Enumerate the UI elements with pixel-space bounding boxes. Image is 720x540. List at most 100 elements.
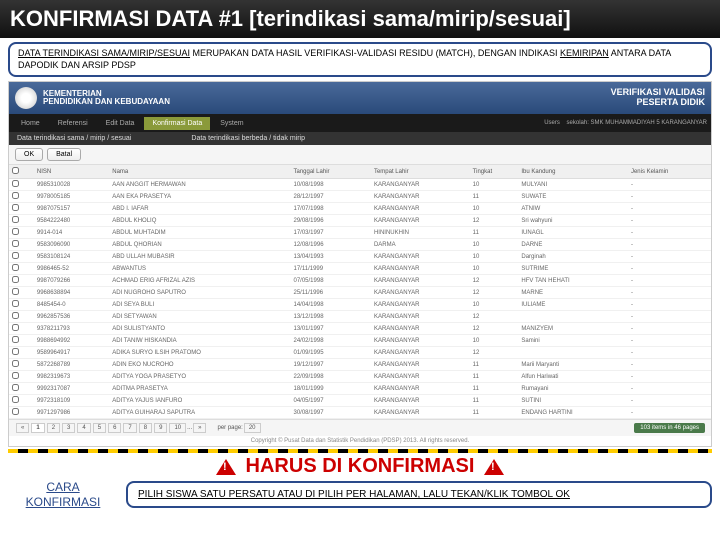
cell: 11 — [470, 227, 519, 239]
table-row[interactable]: 9986465-52ABWANTUS17/11/1999KARANGANYAR1… — [9, 263, 711, 275]
cell: 10 — [470, 251, 519, 263]
table-row[interactable]: 9982319673ADITYA YOGA PRASETYO22/09/1998… — [9, 371, 711, 383]
table-row[interactable]: 9971297986ADITYA GUIHARAJ SAPUTRA30/08/1… — [9, 407, 711, 419]
page-number[interactable]: 5 — [93, 423, 106, 433]
cell: 5872268789 — [34, 359, 109, 371]
cell: ABD I. IAFAR — [109, 203, 290, 215]
pager-next[interactable]: » — [193, 423, 206, 433]
cell: DARNE — [518, 239, 628, 251]
row-checkbox[interactable] — [12, 372, 19, 379]
cell: 9988694992 — [34, 335, 109, 347]
row-checkbox[interactable] — [12, 408, 19, 415]
page-number[interactable]: 3 — [62, 423, 75, 433]
row-checkbox[interactable] — [12, 192, 19, 199]
cell: SUTRIME — [518, 263, 628, 275]
table-row[interactable]: 9968638894ADI NUGROHO SAPUTRO25/11/1996K… — [9, 287, 711, 299]
row-checkbox[interactable] — [12, 288, 19, 295]
subnav-right[interactable]: Data terindikasi berbeda / tidak mirip — [191, 135, 305, 142]
cell: - — [628, 299, 711, 311]
row-checkbox[interactable] — [12, 312, 19, 319]
row-checkbox[interactable] — [12, 252, 19, 259]
page-number[interactable]: 10 — [169, 423, 186, 433]
table-row[interactable]: 9584222480ABDUL KHOLIQ29/08/1996KARANGAN… — [9, 215, 711, 227]
row-checkbox[interactable] — [12, 324, 19, 331]
cell: 10 — [470, 299, 519, 311]
table-row[interactable]: 9985310028AAN ANGGIT HERMAWAN10/08/1998K… — [9, 179, 711, 191]
per-page-select[interactable]: 20 — [244, 423, 261, 433]
table-row[interactable]: 9978005185AAN EKA PRASETYA28/12/1997KARA… — [9, 191, 711, 203]
row-checkbox[interactable] — [12, 300, 19, 307]
table-row[interactable]: 9914-014ABDUL MUHTADIM17/03/1997HININUKH… — [9, 227, 711, 239]
cell: Darginah — [518, 251, 628, 263]
row-checkbox[interactable] — [12, 396, 19, 403]
cell: KARANGANYAR — [371, 359, 470, 371]
page-number[interactable]: 6 — [108, 423, 121, 433]
row-checkbox[interactable] — [12, 216, 19, 223]
nav-item-konfirmasi-data[interactable]: Konfirmasi Data — [144, 117, 210, 130]
app-title-2: PESERTA DIDIK — [611, 98, 705, 108]
cell: AAN ANGGIT HERMAWAN — [109, 179, 290, 191]
cell: - — [628, 227, 711, 239]
row-checkbox[interactable] — [12, 348, 19, 355]
row-checkbox[interactable] — [12, 384, 19, 391]
row-checkbox[interactable] — [12, 180, 19, 187]
page-number[interactable]: 7 — [123, 423, 136, 433]
table-row[interactable]: 9962857536ADI SETYAWAN13/12/1998KARANGAN… — [9, 311, 711, 323]
table-row[interactable]: 9972318109ADITYA YAJUS IANFURO04/05/1997… — [9, 395, 711, 407]
subnav-left[interactable]: Data terindikasi sama / mirip / sesuai — [17, 135, 131, 142]
row-checkbox[interactable] — [12, 204, 19, 211]
page-number[interactable]: 1 — [31, 423, 44, 433]
table-row[interactable]: 9583108124ABD ULLAH MUBASIR13/04/1993KAR… — [9, 251, 711, 263]
cell: 9992317087 — [34, 383, 109, 395]
description-box: DATA TERINDIKASI SAMA/MIRIP/SESUAI MERUP… — [8, 42, 712, 77]
app-screenshot: KEMENTERIAN PENDIDIKAN DAN KEBUDAYAAN VE… — [8, 81, 712, 447]
batal-button[interactable]: Batal — [47, 148, 81, 161]
cell: ABDUL QHORIAN — [109, 239, 290, 251]
table-row[interactable]: 5872268789ADIN EKO NUCROHO19/12/1997KARA… — [9, 359, 711, 371]
cell: 10 — [470, 203, 519, 215]
cell: 9914-014 — [34, 227, 109, 239]
cell: 9987075157 — [34, 203, 109, 215]
cell: Rumayani — [518, 383, 628, 395]
page-number[interactable]: 4 — [77, 423, 90, 433]
table-row[interactable]: 9987079266ACHMAD ERIG AFRIZAL AZIS07/05/… — [9, 275, 711, 287]
ok-button[interactable]: OK — [15, 148, 43, 161]
table-row[interactable]: 9992317087ADITMA PRASETYA18/01/1999KARAN… — [9, 383, 711, 395]
row-checkbox[interactable] — [12, 264, 19, 271]
col-header: NISN — [34, 165, 109, 179]
slide-title: KONFIRMASI DATA #1 [terindikasi sama/mir… — [0, 0, 720, 38]
table-row[interactable]: 9988694992ADI TANIW HISKANDIA24/02/1998K… — [9, 335, 711, 347]
pager-prev[interactable]: « — [16, 423, 29, 433]
table-row[interactable]: 9378211793ADI SULISTYANTO13/01/1997KARAN… — [9, 323, 711, 335]
cell: ABDUL KHOLIQ — [109, 215, 290, 227]
page-number[interactable]: 2 — [47, 423, 60, 433]
cell: 29/08/1996 — [291, 215, 371, 227]
cell: 11 — [470, 191, 519, 203]
cell: 10 — [470, 239, 519, 251]
table-row[interactable]: 8485454-0ADI SEYA BULI14/04/1998KARANGAN… — [9, 299, 711, 311]
table-row[interactable]: 9987075157ABD I. IAFAR17/07/1998KARANGAN… — [9, 203, 711, 215]
nav-item-system[interactable]: System — [212, 117, 251, 130]
row-checkbox[interactable] — [12, 336, 19, 343]
select-all-checkbox[interactable] — [12, 167, 19, 174]
table-row[interactable]: 9583096090ABDUL QHORIAN12/08/1996DARMA10… — [9, 239, 711, 251]
cell: KARANGANYAR — [371, 203, 470, 215]
nav-item-home[interactable]: Home — [13, 117, 48, 130]
page-number[interactable]: 9 — [154, 423, 167, 433]
nav-item-referensi[interactable]: Referensi — [50, 117, 96, 130]
cell: ABD ULLAH MUBASIR — [109, 251, 290, 263]
page-number[interactable]: 8 — [139, 423, 152, 433]
row-checkbox[interactable] — [12, 240, 19, 247]
table-row[interactable]: 9589964917ADIKA SURYO ILSIH PRATOMO01/09… — [9, 347, 711, 359]
row-checkbox[interactable] — [12, 228, 19, 235]
cell: ADITYA YAJUS IANFURO — [109, 395, 290, 407]
row-checkbox[interactable] — [12, 360, 19, 367]
cell: ENDANG HARTINI — [518, 407, 628, 419]
nav-item-edit-data[interactable]: Edit Data — [98, 117, 143, 130]
col-header: Ibu Kandung — [518, 165, 628, 179]
cell: 01/09/1995 — [291, 347, 371, 359]
warning-text: HARUS DI KONFIRMASI — [246, 455, 475, 477]
row-checkbox[interactable] — [12, 276, 19, 283]
cell: 10 — [470, 263, 519, 275]
cara-konfirmasi-link[interactable]: CARA KONFIRMASI — [8, 480, 118, 509]
